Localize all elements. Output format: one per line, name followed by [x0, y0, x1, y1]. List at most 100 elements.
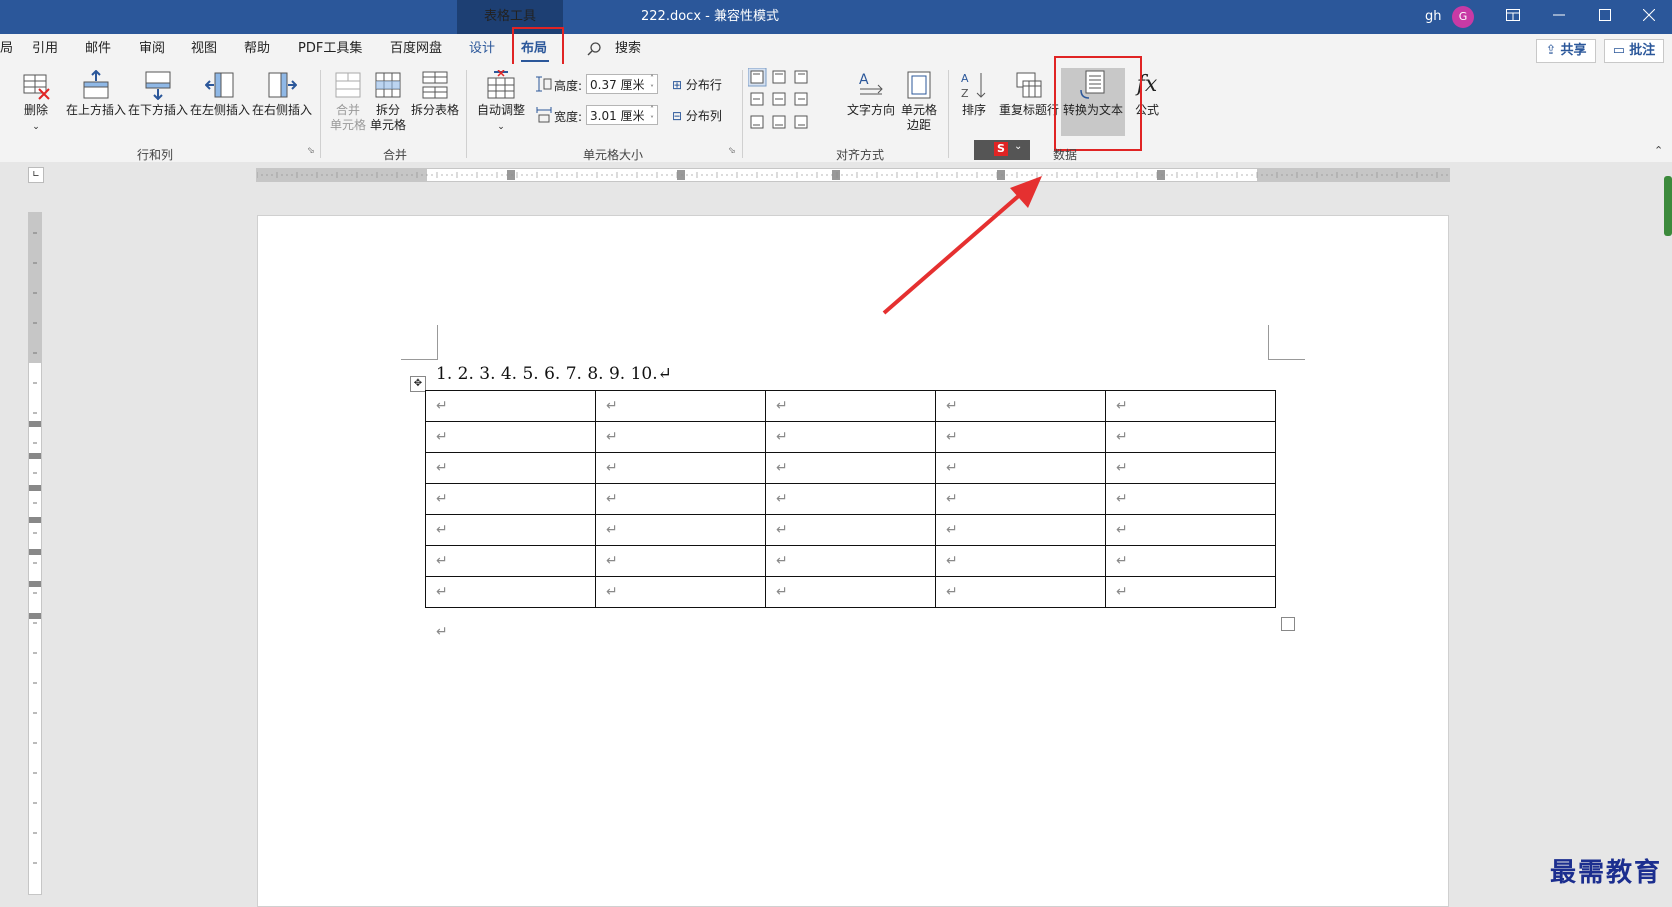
table-cell[interactable]: ↵: [425, 576, 596, 608]
delete-button[interactable]: 删除 ⌄: [14, 70, 58, 135]
tab-pdf-tools[interactable]: PDF工具集: [298, 34, 362, 64]
alignment-grid: [747, 67, 814, 134]
insert-right-button[interactable]: 在右侧插入: [250, 70, 314, 118]
table-resize-handle[interactable]: [1281, 617, 1295, 631]
table-move-handle-icon[interactable]: ✥: [410, 376, 426, 392]
insert-left-button[interactable]: 在左侧插入: [188, 70, 252, 118]
table-cell[interactable]: ↵: [1105, 452, 1276, 484]
cell-margins-button[interactable]: 单元格 边距: [898, 70, 940, 133]
text-direction-button[interactable]: A 文字方向: [845, 70, 897, 118]
table-cell[interactable]: ↵: [595, 576, 766, 608]
cell-margins-label-1: 单元格: [900, 103, 937, 117]
tab-review[interactable]: 审阅: [139, 34, 165, 64]
table-cell[interactable]: ↵: [595, 514, 766, 546]
tab-layout-partial[interactable]: 局: [0, 34, 13, 64]
width-input[interactable]: 3.01 厘米: [586, 105, 658, 125]
height-spinner[interactable]: ˄ ˅: [650, 74, 654, 94]
close-icon[interactable]: [1626, 0, 1672, 34]
tab-references[interactable]: 引用: [32, 34, 58, 64]
margin-corner-mark: [401, 325, 438, 360]
table-cell[interactable]: ↵: [425, 545, 596, 577]
merge-cells-button[interactable]: 合并 单元格: [328, 70, 368, 133]
table-cell[interactable]: ↵: [425, 421, 596, 453]
scrollbar-thumb[interactable]: [1664, 176, 1672, 236]
split-table-button[interactable]: 拆分表格: [410, 70, 460, 118]
collapse-ribbon-icon[interactable]: ⌃: [1654, 144, 1663, 157]
tab-help[interactable]: 帮助: [244, 34, 270, 64]
table-cell[interactable]: ↵: [765, 545, 936, 577]
table-cell[interactable]: ↵: [935, 576, 1106, 608]
share-label: 共享: [1560, 43, 1587, 58]
distribute-rows-button[interactable]: ⊞ 分布行: [672, 76, 722, 93]
repeat-header-icon: [1016, 72, 1042, 98]
table-cell[interactable]: ↵: [1105, 545, 1276, 577]
table-cell[interactable]: ↵: [425, 514, 596, 546]
maximize-icon[interactable]: [1582, 0, 1628, 34]
document-table[interactable]: ↵ ↵ ↵ ↵ ↵ ↵ ↵ ↵ ↵ ↵ ↵ ↵ ↵ ↵ ↵ ↵ ↵ ↵ ↵ ↵ ↵ ↵ ↵ ↵ ↵ ↵ ↵ ↵ ↵ ↵ ↵ ↵ ↵ ↵ ↵: [425, 390, 1276, 608]
tab-selector-icon[interactable]: ∟: [28, 167, 44, 183]
table-cell[interactable]: ↵: [935, 421, 1106, 453]
group-label-rows-cols: 行和列: [136, 148, 173, 162]
table-cell[interactable]: ↵: [595, 483, 766, 515]
split-table-label: 拆分表格: [410, 103, 459, 117]
sort-icon: AZ: [961, 72, 986, 100]
table-cell[interactable]: ↵: [935, 452, 1106, 484]
table-cell[interactable]: ↵: [1105, 390, 1276, 422]
dialog-launcher-icon[interactable]: ⬂: [307, 146, 315, 156]
table-cell[interactable]: ↵: [425, 452, 596, 484]
table-cell[interactable]: ↵: [935, 483, 1106, 515]
delete-table-icon: [23, 74, 50, 100]
search-box[interactable]: 搜索: [615, 34, 641, 64]
table-cell[interactable]: ↵: [1105, 514, 1276, 546]
table-cell[interactable]: ↵: [1105, 483, 1276, 515]
sort-button[interactable]: AZ 排序: [957, 70, 991, 118]
avatar[interactable]: G: [1452, 6, 1474, 28]
comments-button[interactable]: ▭ 批注: [1604, 39, 1664, 63]
table-cell[interactable]: ↵: [935, 514, 1106, 546]
group-separator: [466, 70, 467, 158]
tab-mailings[interactable]: 邮件: [85, 34, 111, 64]
ime-toolbar[interactable]: S ⌄: [974, 140, 1030, 160]
distribute-cols-label: 分布列: [685, 109, 722, 123]
repeat-header-label: 重复标题行: [998, 103, 1059, 117]
table-cell[interactable]: ↵: [595, 390, 766, 422]
table-cell[interactable]: ↵: [595, 421, 766, 453]
vertical-ruler[interactable]: [28, 212, 42, 895]
table-cell[interactable]: ↵: [425, 483, 596, 515]
width-spinner[interactable]: ˄ ˅: [650, 105, 654, 125]
group-label-alignment: 对齐方式: [835, 148, 884, 162]
share-button[interactable]: ⇪ 共享: [1536, 39, 1596, 63]
table-cell[interactable]: ↵: [425, 390, 596, 422]
table-cell[interactable]: ↵: [935, 545, 1106, 577]
table-cell[interactable]: ↵: [765, 390, 936, 422]
horizontal-ruler[interactable]: [256, 168, 1453, 182]
table-cell[interactable]: ↵: [595, 545, 766, 577]
insert-below-button[interactable]: 在下方插入: [126, 70, 190, 118]
tab-design[interactable]: 设计: [469, 34, 495, 64]
ribbon-display-icon[interactable]: [1490, 0, 1536, 34]
svg-text:A: A: [859, 72, 869, 88]
insert-above-button[interactable]: 在上方插入: [64, 70, 128, 118]
merge-cells-label-2: 单元格: [329, 118, 366, 132]
numbers-paragraph[interactable]: 1. 2. 3. 4. 5. 6. 7. 8. 9. 10.↵: [436, 364, 672, 384]
table-cell[interactable]: ↵: [765, 452, 936, 484]
distribute-cols-button[interactable]: ⊟ 分布列: [672, 107, 722, 124]
table-cell[interactable]: ↵: [1105, 421, 1276, 453]
group-separator: [948, 70, 949, 158]
autofit-button[interactable]: 自动调整 ⌄: [473, 70, 529, 135]
user-name[interactable]: gh: [1425, 0, 1442, 34]
split-cells-button[interactable]: 拆分 单元格: [368, 70, 408, 133]
table-cell[interactable]: ↵: [765, 483, 936, 515]
tab-view[interactable]: 视图: [191, 34, 217, 64]
table-cell[interactable]: ↵: [935, 390, 1106, 422]
search-icon[interactable]: [586, 41, 602, 60]
tab-baidu-netdisk[interactable]: 百度网盘: [390, 34, 442, 64]
table-cell[interactable]: ↵: [1105, 576, 1276, 608]
table-cell[interactable]: ↵: [765, 576, 936, 608]
minimize-icon[interactable]: [1536, 0, 1582, 34]
height-input[interactable]: 0.37 厘米: [586, 74, 658, 94]
table-cell[interactable]: ↵: [765, 514, 936, 546]
table-cell[interactable]: ↵: [595, 452, 766, 484]
table-cell[interactable]: ↵: [765, 421, 936, 453]
dialog-launcher-icon[interactable]: ⬂: [728, 146, 736, 156]
